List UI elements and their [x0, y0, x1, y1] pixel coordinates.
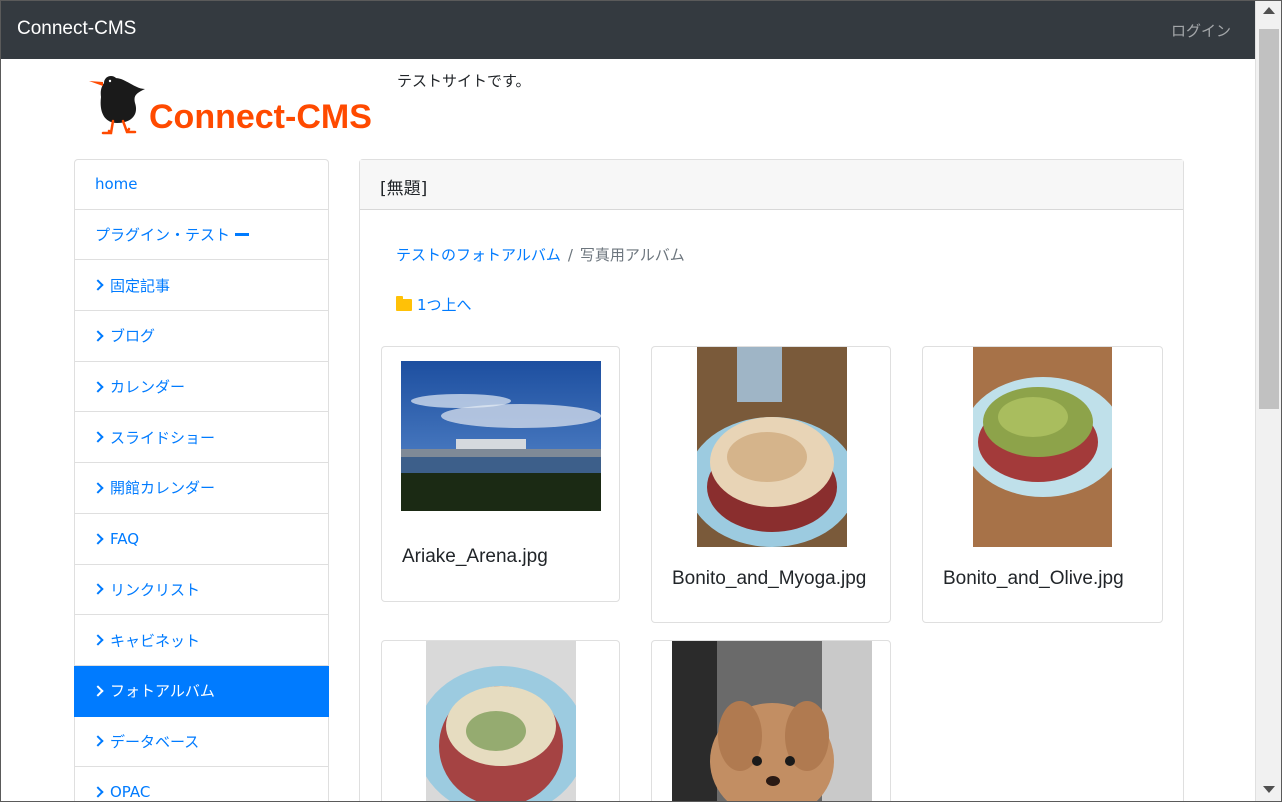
- logo-wordmark: Connect-CMS: [149, 98, 372, 136]
- browser-viewport: Connect-CMS ログイン Connect-CMS テストサイトです。 h…: [0, 0, 1282, 802]
- sidebar-item-label: フォトアルバム: [110, 682, 215, 701]
- sidebar-item-label: スライドショー: [110, 428, 216, 447]
- sidebar-menu: home プラグイン・テスト 固定記事 ブログ カレンダー スライドショー 開館…: [74, 159, 329, 802]
- photo-card[interactable]: Bonito_and_Olive.jpg: [922, 346, 1163, 623]
- up-one-level-label: 1つ上へ: [417, 296, 472, 314]
- chevron-right-icon: [92, 532, 104, 545]
- chevron-right-icon: [92, 735, 104, 748]
- login-link[interactable]: ログイン: [1171, 20, 1231, 41]
- sidebar-item-cabinet[interactable]: キャビネット: [74, 615, 329, 666]
- sidebar-item-database[interactable]: データベース: [74, 716, 329, 768]
- sidebar-item-label: キャビネット: [110, 631, 201, 650]
- card-title: [無題]: [360, 160, 1183, 210]
- breadcrumb-separator: /: [567, 246, 573, 264]
- chevron-right-icon: [92, 786, 104, 798]
- top-navbar: Connect-CMS ログイン: [1, 1, 1255, 59]
- collapse-minus-icon: [235, 233, 250, 237]
- photo-filename: Bonito_and_Olive.jpg: [943, 568, 1124, 589]
- folder-icon: [396, 295, 412, 311]
- sidebar-item-faq[interactable]: FAQ: [74, 513, 329, 565]
- sidebar-item-slideshow[interactable]: スライドショー: [74, 412, 329, 464]
- page-scrollbar[interactable]: [1255, 1, 1281, 801]
- site-logo[interactable]: Connect-CMS: [81, 67, 387, 139]
- photo-thumbnail[interactable]: [697, 347, 847, 547]
- photo-album-card: [無題] テストのフォトアルバム / 写真用アルバム 1つ上へ Ariake_A…: [359, 159, 1184, 802]
- bird-icon: [89, 76, 145, 135]
- photo-card[interactable]: Ariake_Arena.jpg: [381, 346, 620, 602]
- chevron-right-icon: [92, 330, 104, 342]
- sidebar-item-label: 開館カレンダー: [110, 479, 216, 498]
- up-one-level-link[interactable]: 1つ上へ: [396, 294, 472, 315]
- scroll-down-arrow-icon[interactable]: [1263, 786, 1275, 793]
- scroll-up-arrow-icon[interactable]: [1263, 7, 1275, 14]
- breadcrumb-current: 写真用アルバム: [579, 246, 685, 264]
- photo-thumbnail[interactable]: [401, 361, 601, 511]
- photo-filename: Bonito_and_Myoga.jpg: [672, 568, 867, 589]
- sidebar-item-opening-calendar[interactable]: 開館カレンダー: [74, 463, 329, 514]
- breadcrumb-parent-link[interactable]: テストのフォトアルバム: [396, 246, 561, 264]
- sidebar-item-blog[interactable]: ブログ: [74, 311, 329, 362]
- sidebar-item-label: プラグイン・テスト: [95, 226, 231, 245]
- photo-thumbnail[interactable]: [973, 347, 1112, 547]
- chevron-right-icon: [92, 482, 104, 494]
- photo-filename: Ariake_Arena.jpg: [402, 546, 548, 567]
- sidebar-item-fixed-article[interactable]: 固定記事: [74, 260, 329, 312]
- sidebar-item-label: home: [95, 175, 138, 194]
- sidebar-item-label: FAQ: [110, 529, 140, 548]
- sidebar-item-opac[interactable]: OPAC: [74, 767, 329, 802]
- chevron-right-icon: [92, 685, 104, 697]
- sidebar-item-calendar[interactable]: カレンダー: [74, 361, 329, 413]
- photo-card[interactable]: Bonito_and_Myoga.jpg: [651, 346, 891, 623]
- chevron-right-icon: [92, 431, 104, 443]
- sidebar-item-label: OPAC: [110, 783, 151, 802]
- chevron-right-icon: [92, 583, 104, 596]
- sidebar-item-label: リンクリスト: [110, 580, 201, 599]
- photo-card[interactable]: [381, 640, 620, 802]
- chevron-right-icon: [92, 634, 104, 646]
- sidebar-item-label: カレンダー: [110, 378, 186, 397]
- sidebar-item-home[interactable]: home: [74, 159, 329, 210]
- sidebar-item-label: ブログ: [110, 327, 156, 346]
- photo-thumbnail[interactable]: [672, 641, 872, 802]
- photo-thumbnail[interactable]: [426, 641, 576, 802]
- sidebar-item-link-list[interactable]: リンクリスト: [74, 564, 329, 616]
- scrollbar-thumb[interactable]: [1259, 29, 1279, 409]
- photo-card[interactable]: [651, 640, 891, 802]
- chevron-right-icon: [92, 380, 104, 393]
- chevron-right-icon: [92, 279, 104, 291]
- breadcrumb: テストのフォトアルバム / 写真用アルバム: [396, 244, 685, 265]
- sidebar-item-label: データベース: [110, 732, 200, 751]
- sidebar-item-plugin-test[interactable]: プラグイン・テスト: [74, 209, 329, 261]
- site-description: テストサイトです。: [397, 72, 531, 90]
- sidebar-item-label: 固定記事: [110, 276, 171, 295]
- navbar-brand[interactable]: Connect-CMS: [17, 18, 136, 40]
- sidebar-item-photo-album[interactable]: フォトアルバム: [74, 665, 329, 717]
